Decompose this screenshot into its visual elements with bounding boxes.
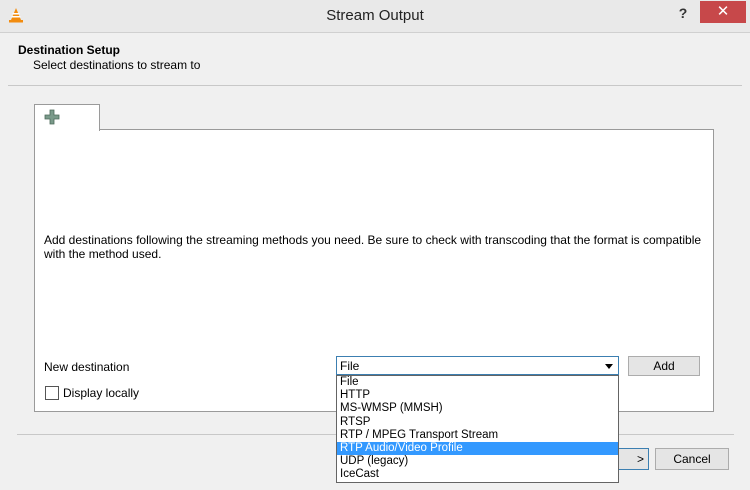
destination-combo[interactable]: File (336, 356, 619, 375)
close-button[interactable]: ✕ (700, 1, 746, 23)
page-title: Destination Setup (18, 43, 121, 57)
page-subtitle: Select destinations to stream to (33, 58, 201, 72)
dropdown-item-rtp-av-profile[interactable]: RTP Audio/Video Profile (337, 442, 618, 455)
dropdown-item-rtp-mpeg-ts[interactable]: RTP / MPEG Transport Stream (337, 429, 618, 442)
display-locally-label: Display locally (63, 386, 140, 400)
title-bar: Stream Output ? ✕ (0, 0, 750, 33)
display-locally-checkbox[interactable] (45, 386, 59, 400)
combo-value: File (340, 359, 360, 373)
plus-icon (44, 109, 60, 125)
wizard-header: Destination Setup Select destinations to… (8, 33, 742, 86)
destination-dropdown-list: File HTTP MS-WMSP (MMSH) RTSP RTP / MPEG… (336, 375, 619, 483)
dropdown-item-file[interactable]: File (337, 376, 618, 389)
dropdown-item-rtsp[interactable]: RTSP (337, 416, 618, 429)
cancel-button[interactable]: Cancel (655, 448, 729, 470)
dropdown-item-icecast[interactable]: IceCast (337, 468, 618, 481)
dropdown-item-ms-wmsp[interactable]: MS-WMSP (MMSH) (337, 402, 618, 415)
new-destination-label: New destination (44, 360, 130, 374)
help-button[interactable]: ? (672, 3, 694, 23)
dropdown-item-http[interactable]: HTTP (337, 389, 618, 402)
info-text: Add destinations following the streaming… (44, 233, 702, 261)
add-button[interactable]: Add (628, 356, 700, 376)
dropdown-item-udp[interactable]: UDP (legacy) (337, 455, 618, 468)
chevron-down-icon[interactable] (605, 364, 613, 369)
window-title: Stream Output (326, 7, 424, 24)
tab-add-destination[interactable] (34, 104, 100, 131)
